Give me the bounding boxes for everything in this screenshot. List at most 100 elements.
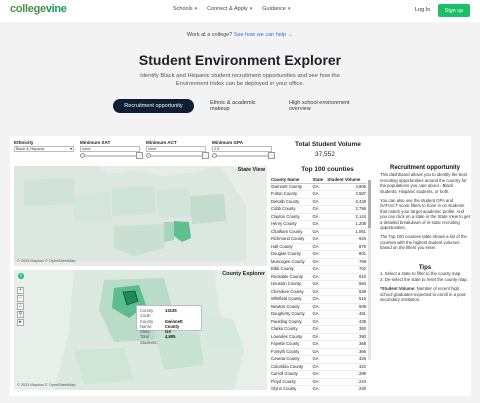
table-scrollbar[interactable] bbox=[368, 180, 371, 360]
cell-county-name: Douglas County bbox=[270, 250, 312, 259]
cell-county-name: Gwinnett County bbox=[270, 183, 312, 191]
cell-student-volume: 2,796 bbox=[326, 205, 367, 214]
min-sat-label: Minimum SAT bbox=[80, 140, 111, 145]
column-student-volume[interactable]: Student Volume bbox=[326, 176, 367, 184]
cell-student-volume: 390 bbox=[326, 333, 367, 341]
cell-state: GA bbox=[311, 258, 327, 266]
slider-knob[interactable] bbox=[80, 153, 85, 158]
cell-state: GA bbox=[311, 310, 327, 319]
table-row[interactable]: Carroll County GA 289 bbox=[270, 370, 367, 379]
map-credit: © 2023 Mapbox © OpenStreetMap bbox=[17, 383, 76, 387]
cell-student-volume: 366 bbox=[326, 348, 367, 356]
column-county-name[interactable]: County Name bbox=[270, 176, 312, 184]
collegevine-logo[interactable]: collegevine bbox=[10, 3, 67, 15]
map-location-pin-icon[interactable]: ⚲ bbox=[18, 273, 24, 279]
see-how-we-help-link[interactable]: See how we can help → bbox=[234, 32, 293, 38]
ethnicity-select[interactable]: Black & Hispanic ▾ bbox=[14, 146, 74, 152]
cell-student-volume: 768 bbox=[326, 258, 367, 266]
page-subtitle: Identify Black and Hispanic student recr… bbox=[140, 73, 340, 87]
min-sat-slider[interactable] bbox=[80, 152, 143, 159]
table-row[interactable]: Lowndes County GA 390 bbox=[270, 333, 367, 341]
table-row[interactable]: Glynn County GA 230 bbox=[270, 385, 367, 392]
zoom-in-button[interactable]: + bbox=[17, 287, 24, 294]
table-row[interactable]: Fulton County GA 3,587 bbox=[270, 190, 367, 199]
min-gpa-input[interactable]: 2.5 bbox=[212, 146, 272, 152]
total-student-volume-value: 37,552 bbox=[315, 151, 335, 158]
tab-ethnic-academic-makeup[interactable]: Ethnic & academic makeup bbox=[200, 99, 273, 113]
state-region bbox=[74, 192, 112, 222]
table-row[interactable]: Hall County GA 879 bbox=[270, 243, 367, 251]
county-explorer-map[interactable]: ⚲ + − ⌂ ⚲ ▸ County Explorer © 2023 Mapbo… bbox=[14, 270, 267, 390]
table-row[interactable]: Bibb County GA 702 bbox=[270, 265, 367, 274]
slider-knob[interactable] bbox=[212, 153, 217, 158]
table-row[interactable]: DeKalb County GA 3,428 bbox=[270, 198, 367, 206]
tab-high-school-environment[interactable]: High school environment overview bbox=[279, 99, 371, 113]
table-row[interactable]: Clarke County GA 392 bbox=[270, 325, 367, 334]
min-sat-input[interactable]: none bbox=[80, 146, 140, 152]
table-row[interactable]: Cobb County GA 2,796 bbox=[270, 205, 367, 214]
cell-county-name: DeKalb County bbox=[270, 198, 312, 206]
cell-county-name: Hall County bbox=[270, 243, 312, 251]
table-row[interactable]: Muscogee County GA 768 bbox=[270, 258, 367, 266]
nav-guidance[interactable]: Guidance ▾ bbox=[262, 6, 290, 12]
table-row[interactable]: Rockdale County GA 610 bbox=[270, 273, 367, 281]
cell-state: GA bbox=[311, 243, 327, 251]
search-icon[interactable]: ⚲ bbox=[17, 311, 24, 318]
table-row[interactable]: Henry County GA 1,208 bbox=[270, 220, 367, 229]
table-row[interactable]: Cherokee County GA 539 bbox=[270, 288, 367, 296]
play-icon[interactable]: ▸ bbox=[17, 319, 24, 326]
cell-county-name: Lowndes County bbox=[270, 333, 312, 341]
cell-student-volume: 801 bbox=[326, 250, 367, 259]
cell-student-volume: 539 bbox=[326, 288, 367, 296]
cell-county-name: Dougherty County bbox=[270, 310, 312, 319]
table-row[interactable]: Richmond County GA 934 bbox=[270, 235, 367, 244]
table-row[interactable]: Coweta County GA 326 bbox=[270, 355, 367, 364]
table-row[interactable]: Forsyth County GA 366 bbox=[270, 348, 367, 356]
table-row[interactable]: Paulding County GA 436 bbox=[270, 318, 367, 326]
table-row[interactable]: Columbia County GA 322 bbox=[270, 363, 367, 371]
home-icon[interactable]: ⌂ bbox=[17, 303, 24, 310]
state-region bbox=[24, 178, 74, 206]
min-act-slider[interactable] bbox=[146, 152, 209, 159]
table-row[interactable]: Chatham County GA 1,061 bbox=[270, 228, 367, 236]
slider-knob[interactable] bbox=[146, 153, 151, 158]
table-row[interactable]: Newton County GA 508 bbox=[270, 303, 367, 311]
county-cluster bbox=[74, 348, 134, 385]
min-act-label: Minimum ACT bbox=[146, 140, 177, 145]
nav-schools[interactable]: Schools ▾ bbox=[173, 6, 197, 12]
nav-connect-apply[interactable]: Connect & Apply ▾ bbox=[207, 6, 252, 12]
cell-student-volume: 289 bbox=[326, 370, 367, 379]
slider-end-handle[interactable] bbox=[268, 152, 275, 159]
state-view-title: State View bbox=[237, 167, 265, 173]
cell-county-name: Clarke County bbox=[270, 325, 312, 334]
cell-county-name: Coweta County bbox=[270, 355, 312, 364]
zoom-out-button[interactable]: − bbox=[17, 295, 24, 302]
tab-recruitment-opportunity[interactable]: Recruitment opportunity bbox=[113, 99, 194, 113]
state-view-map[interactable]: State View © 2023 Mapbox © OpenStreetMap bbox=[14, 166, 267, 266]
table-row[interactable]: Douglas County GA 801 bbox=[270, 250, 367, 259]
scrollbar-thumb[interactable] bbox=[368, 180, 371, 228]
cell-student-volume: 879 bbox=[326, 243, 367, 251]
cell-student-volume: 481 bbox=[326, 310, 367, 319]
cell-student-volume: 516 bbox=[326, 295, 367, 304]
table-row[interactable]: Fayette County GA 368 bbox=[270, 340, 367, 349]
min-gpa-slider[interactable] bbox=[212, 152, 275, 159]
slider-end-handle[interactable] bbox=[136, 152, 143, 159]
min-act-input[interactable]: none bbox=[146, 146, 206, 152]
cell-student-volume: 1,061 bbox=[326, 228, 367, 236]
signup-button[interactable]: Sign up bbox=[438, 4, 470, 17]
slider-end-handle[interactable] bbox=[202, 152, 209, 159]
cell-state: GA bbox=[311, 235, 327, 244]
table-row[interactable]: Dougherty County GA 481 bbox=[270, 310, 367, 319]
min-gpa-filter: Minimum GPA 2.5 bbox=[212, 140, 275, 159]
table-row[interactable]: Clayton County GA 2,144 bbox=[270, 213, 367, 221]
table-row[interactable]: Whitfield County GA 516 bbox=[270, 295, 367, 304]
cell-state: GA bbox=[311, 190, 327, 199]
state-map-graphic bbox=[14, 166, 267, 266]
login-link[interactable]: Log In bbox=[415, 7, 430, 13]
column-state[interactable]: State bbox=[311, 176, 327, 184]
table-row[interactable]: Gwinnett County GA 4,905 bbox=[270, 183, 367, 191]
table-row[interactable]: Houston County GA 584 bbox=[270, 280, 367, 289]
table-row[interactable]: Floyd County GA 244 bbox=[270, 378, 367, 386]
county-tooltip: County Code: 13135 County Name: Gwinnett C… bbox=[136, 305, 202, 345]
